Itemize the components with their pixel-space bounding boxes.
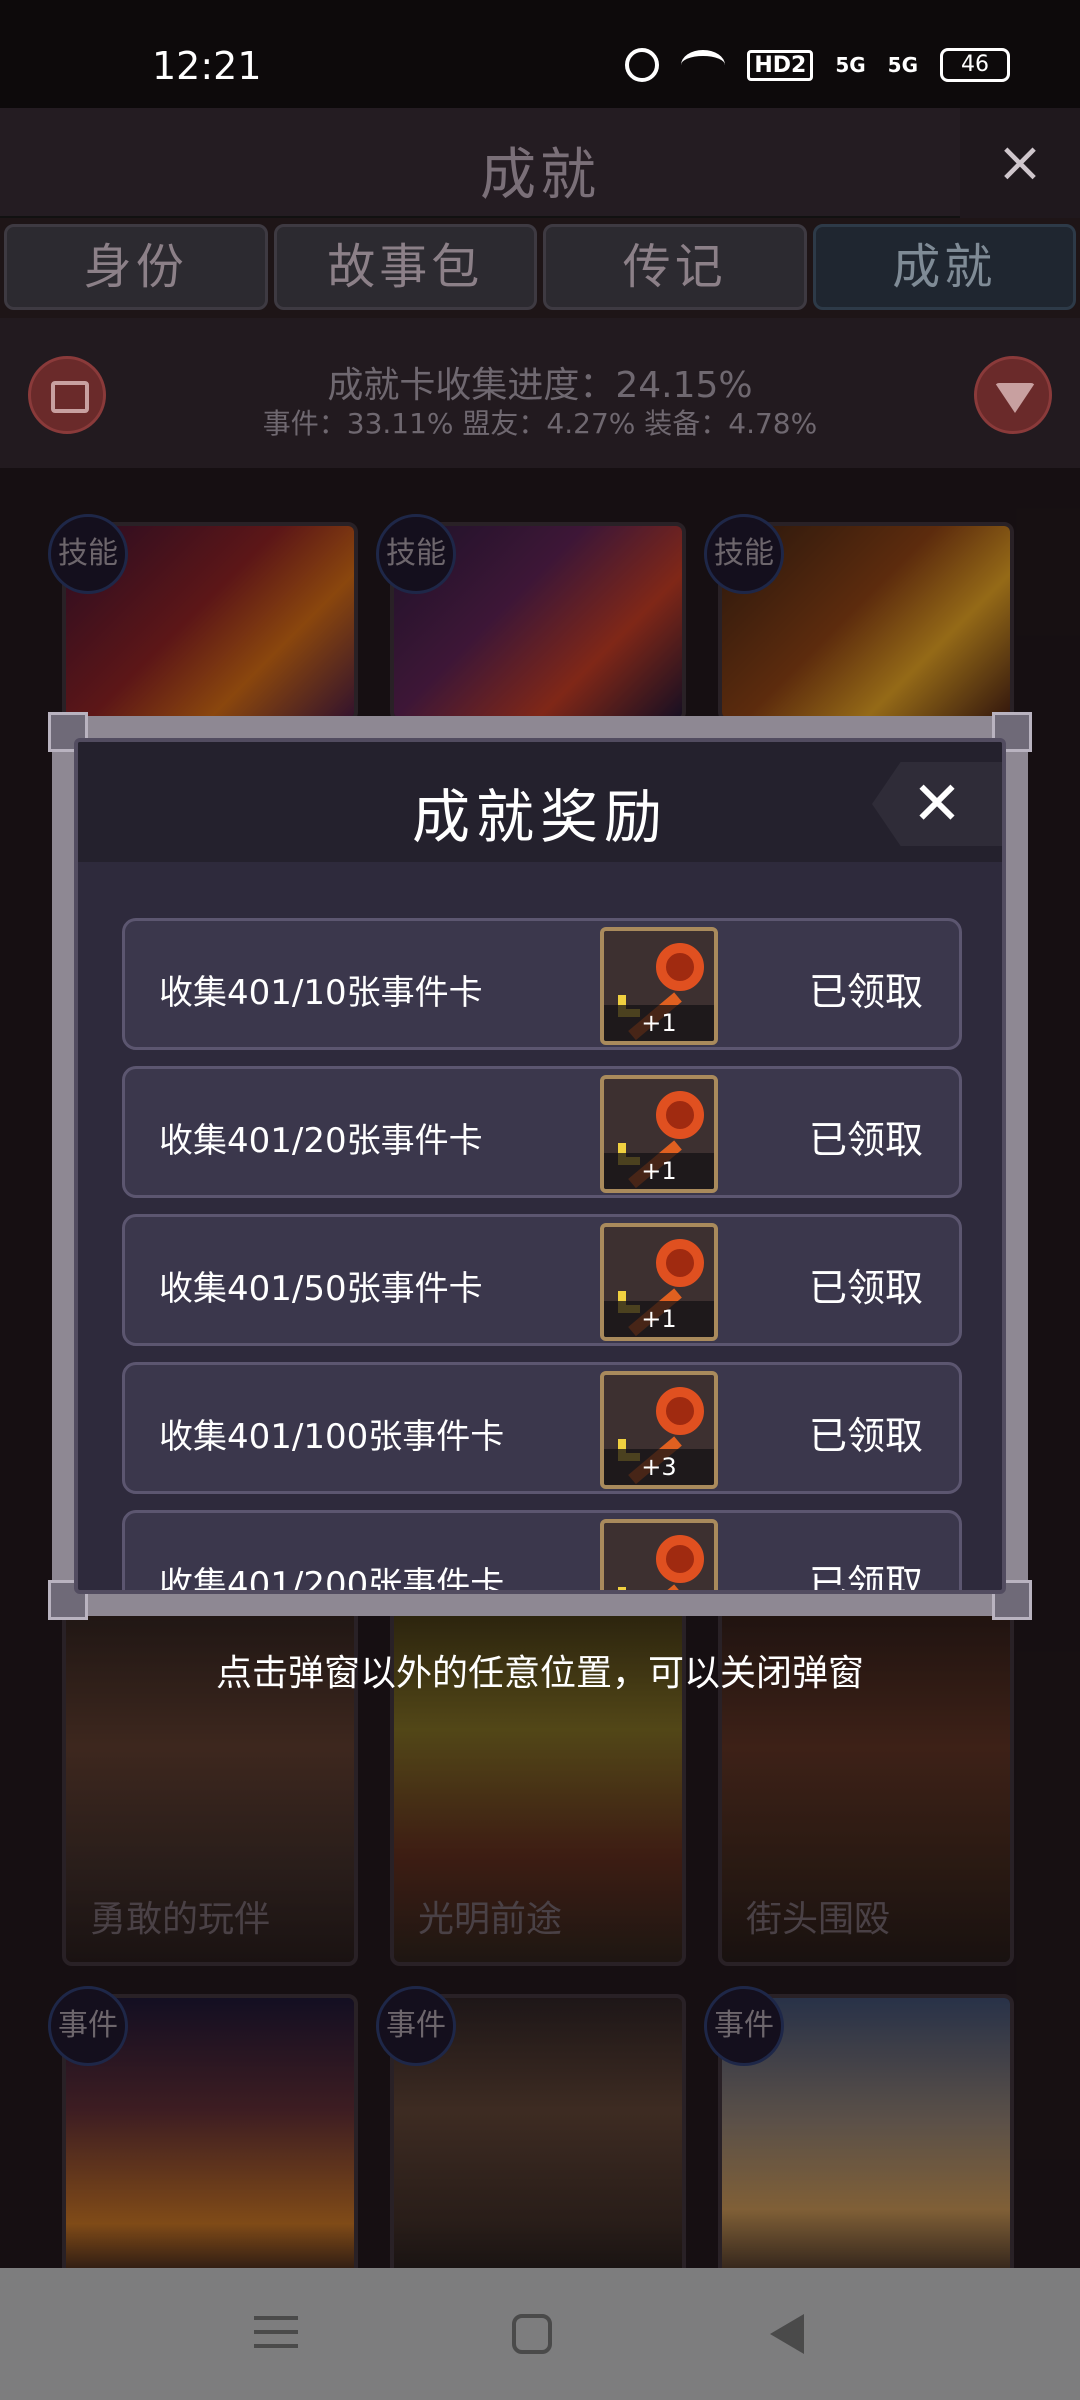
- back-icon[interactable]: [770, 2314, 804, 2354]
- wifi-icon: [681, 50, 726, 80]
- reward-row: 收集401/200张事件卡 已领取: [122, 1510, 962, 1594]
- key-icon: +1: [600, 1075, 718, 1193]
- reward-quantity: +1: [604, 1153, 714, 1189]
- tab-achievements[interactable]: 成就: [812, 224, 1076, 310]
- battery-icon: 46: [940, 48, 1010, 82]
- status-bar: 12:21 HD2 5G 5G 46: [0, 0, 1080, 108]
- filter-icon: [995, 383, 1035, 413]
- status-time: 12:21: [152, 44, 262, 88]
- card-label: 光明前途: [418, 1899, 563, 1940]
- reward-status: 已领取: [808, 1562, 923, 1594]
- card-type-badge: 技能: [48, 514, 128, 594]
- hd-voice-icon: HD2: [747, 49, 814, 81]
- reward-row: 收集401/100张事件卡 +3 已领取: [122, 1362, 962, 1494]
- reward-row: 收集401/20张事件卡 +1 已领取: [122, 1066, 962, 1198]
- reward-row: 收集401/10张事件卡 +1 已领取: [122, 918, 962, 1050]
- signal-icon-1: 5G: [835, 53, 866, 77]
- reward-description: 收集401/20张事件卡: [159, 1121, 483, 1161]
- reward-list[interactable]: 收集401/10张事件卡 +1 已领取 收集401/20张事件卡 +1 已领取: [122, 918, 968, 1594]
- reward-status: 已领取: [808, 1414, 923, 1458]
- tab-identity[interactable]: 身份: [4, 224, 268, 310]
- filter-button[interactable]: [974, 356, 1052, 434]
- reward-quantity: +1: [604, 1301, 714, 1337]
- system-nav-bar: [0, 2268, 1080, 2400]
- card-type-badge: 事件: [376, 1986, 456, 2066]
- close-icon[interactable]: ×: [960, 108, 1080, 218]
- status-icons: HD2 5G 5G 46: [625, 48, 1010, 82]
- achievement-reward-modal: 成就奖励 ✕ 收集401/10张事件卡 +1 已领取 收集401/20张事件卡: [48, 712, 1032, 1620]
- card-type-badge: 事件: [48, 1986, 128, 2066]
- reward-status: 已领取: [808, 1118, 923, 1162]
- key-icon: +1: [600, 927, 718, 1045]
- menu-icon[interactable]: [248, 2306, 304, 2362]
- card-type-badge: 事件: [704, 1986, 784, 2066]
- page-title: 成就: [480, 143, 600, 208]
- collection-progress: 成就卡收集进度：24.15% 事件：33.11% 盟友：4.27% 装备：4.7…: [0, 318, 1080, 468]
- reward-status: 已领取: [808, 1266, 923, 1310]
- progress-title: 成就卡收集进度：24.15%: [327, 365, 753, 406]
- tab-biography[interactable]: 传记: [543, 224, 807, 310]
- reward-description: 收集401/50张事件卡: [159, 1269, 483, 1309]
- reward-description: 收集401/10张事件卡: [159, 973, 483, 1013]
- reward-quantity: +3: [604, 1449, 714, 1485]
- card-type-badge: 技能: [376, 514, 456, 594]
- reward-status: 已领取: [808, 970, 923, 1014]
- tab-bar: 身份 故事包 传记 成就: [0, 224, 1080, 314]
- signal-icon-2: 5G: [887, 53, 918, 77]
- alarm-icon: [625, 48, 660, 82]
- key-icon: [600, 1519, 718, 1590]
- reward-quantity: +1: [604, 1005, 714, 1041]
- home-icon[interactable]: [512, 2314, 552, 2354]
- close-hint: 点击弹窗以外的任意位置，可以关闭弹窗: [215, 1653, 864, 1694]
- app-root: 12:21 HD2 5G 5G 46 成就 × 身份 故事包 传记 成就 成就卡…: [0, 0, 1080, 2400]
- modal-title: 成就奖励: [411, 783, 668, 851]
- key-icon: +1: [600, 1223, 718, 1341]
- tab-story-pack[interactable]: 故事包: [273, 224, 537, 310]
- key-icon: +3: [600, 1371, 718, 1489]
- modal-panel: 成就奖励 ✕ 收集401/10张事件卡 +1 已领取 收集401/20张事件卡: [74, 738, 1006, 1594]
- card-label: 街头围殴: [746, 1899, 891, 1940]
- progress-detail: 事件：33.11% 盟友：4.27% 装备：4.78%: [262, 407, 818, 440]
- page-header: 成就 ×: [0, 108, 1080, 218]
- card-type-badge: 技能: [704, 514, 784, 594]
- modal-header: 成就奖励 ✕: [78, 742, 1002, 862]
- card-label: 勇敢的玩伴: [90, 1899, 271, 1940]
- reward-description: 收集401/100张事件卡: [159, 1417, 505, 1457]
- reward-row: 收集401/50张事件卡 +1 已领取: [122, 1214, 962, 1346]
- reward-description: 收集401/200张事件卡: [159, 1565, 505, 1594]
